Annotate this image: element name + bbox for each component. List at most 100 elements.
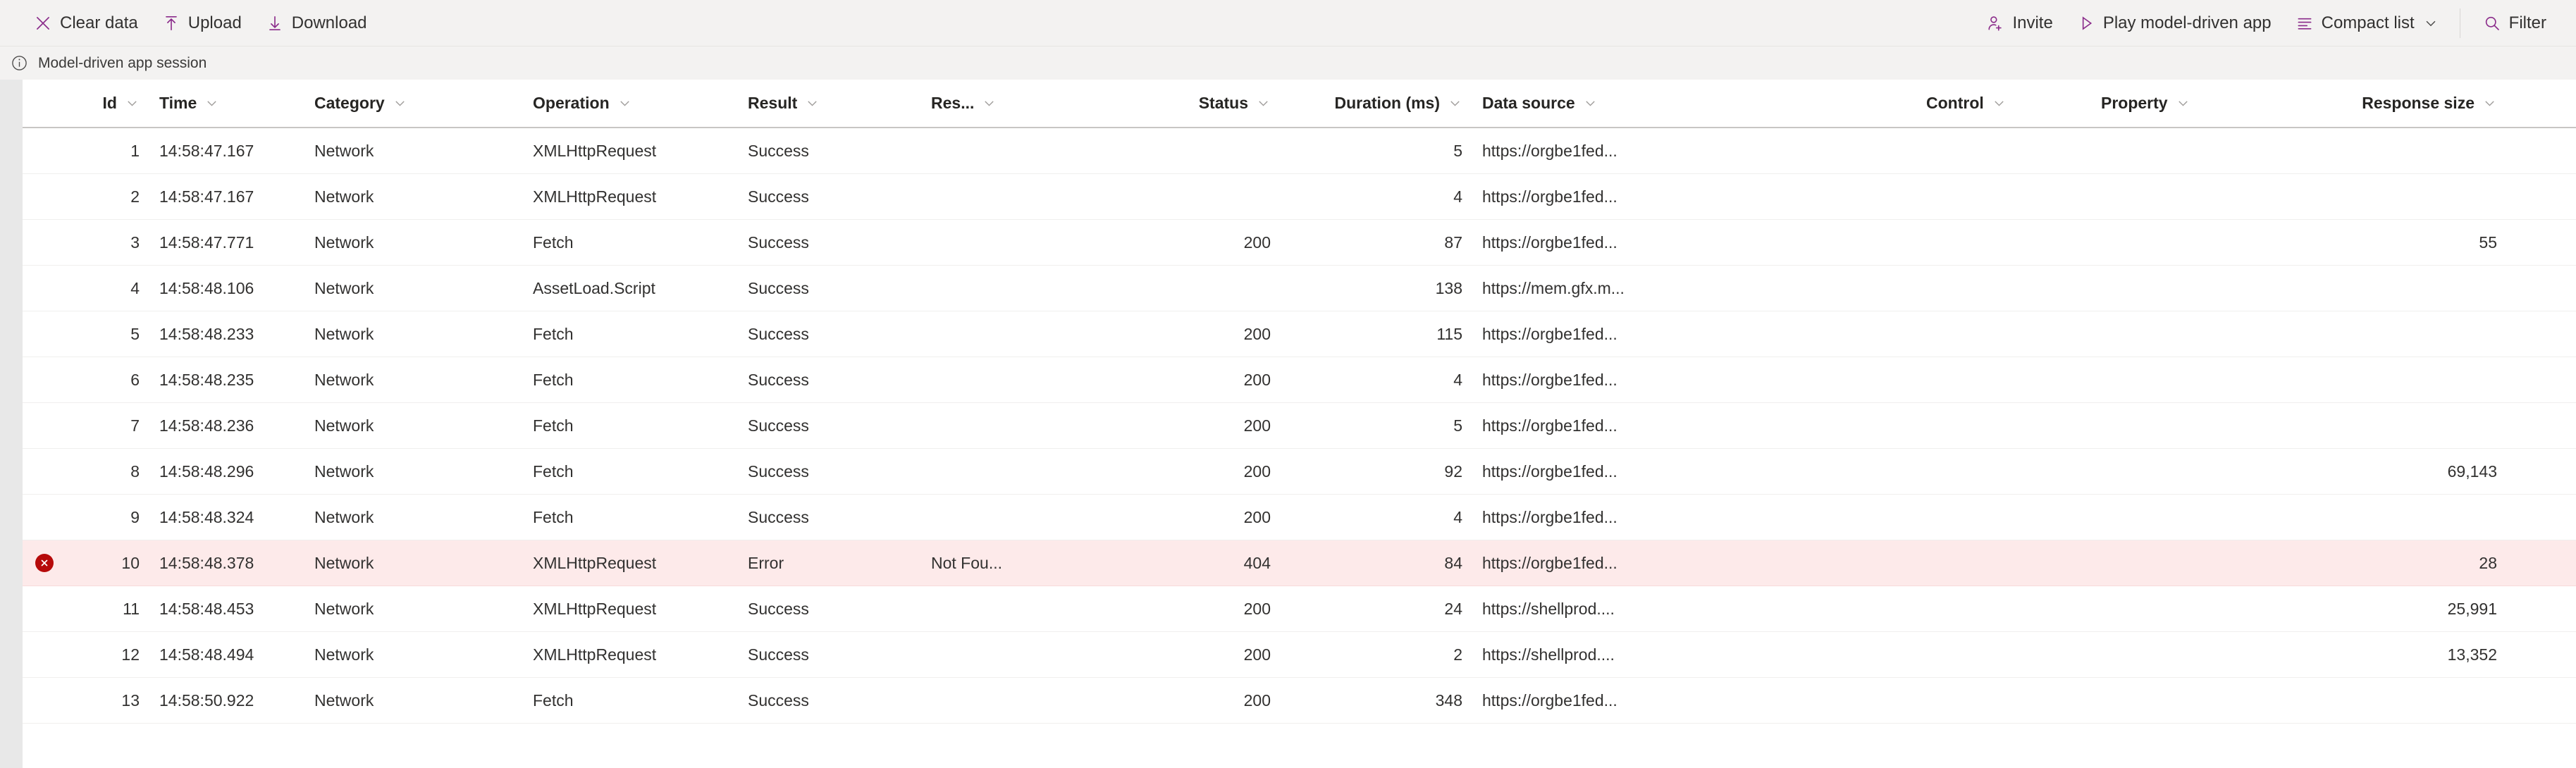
cell-src: https://orgbe1fed... bbox=[1482, 690, 1617, 710]
table-row[interactable]: 13 14:58:50.922 Network Fetch Success 200 348 h… bbox=[23, 678, 2576, 724]
cell-time: 14:58:47.167 bbox=[159, 141, 254, 160]
cell-dur: 4 bbox=[1453, 370, 1462, 389]
table-row[interactable]: 3 14:58:47.771 Network Fetch Success 200 87 htt… bbox=[23, 220, 2576, 266]
cell-result: Success bbox=[748, 462, 809, 481]
cell-dur: 84 bbox=[1444, 553, 1462, 572]
column-header-size[interactable]: Response size bbox=[2303, 94, 2507, 113]
column-header-id[interactable]: Id bbox=[66, 94, 149, 113]
cell-dur: 4 bbox=[1453, 187, 1462, 206]
cell-cat: Network bbox=[314, 690, 374, 710]
clear-data-button[interactable]: Clear data bbox=[21, 7, 149, 39]
chevron-down-icon[interactable] bbox=[1992, 96, 2007, 111]
upload-button[interactable]: Upload bbox=[149, 7, 253, 39]
cell-id: 11 bbox=[123, 599, 140, 618]
download-label: Download bbox=[291, 13, 367, 32]
cell-time: 14:58:48.494 bbox=[159, 645, 254, 664]
clear-data-label: Clear data bbox=[60, 13, 138, 32]
cell-op: XMLHttpRequest bbox=[533, 599, 657, 618]
invite-button[interactable]: Invite bbox=[1973, 7, 2064, 39]
table-row[interactable]: 11 14:58:48.453 Network XMLHttpRequest Succe… bbox=[23, 586, 2576, 632]
cell-cat: Network bbox=[314, 416, 374, 435]
cell-time: 14:58:48.233 bbox=[159, 324, 254, 343]
cell-status: 200 bbox=[1243, 645, 1271, 664]
table-row[interactable]: 4 14:58:48.106 Network AssetLoad.Script Succ… bbox=[23, 266, 2576, 311]
chevron-down-icon[interactable] bbox=[1256, 96, 1271, 111]
table-row[interactable]: 8 14:58:48.296 Network Fetch Success 200 92 htt… bbox=[23, 449, 2576, 495]
play-model-driven-button[interactable]: Play model-driven app bbox=[2064, 7, 2283, 39]
table-row[interactable]: 10 14:58:48.378 Network XMLHttpRequest Error… bbox=[23, 540, 2576, 586]
chevron-down-icon[interactable] bbox=[982, 96, 997, 111]
table-row[interactable]: 2 14:58:47.167 Network XMLHttpRequest Succes… bbox=[23, 174, 2576, 220]
column-header-ctrl[interactable]: Control bbox=[1916, 94, 2091, 113]
trace-grid[interactable]: Id Time Category Operation Result Res... Statu… bbox=[23, 80, 2576, 768]
toolbar-left-group: Clear data Upload Download bbox=[21, 7, 378, 39]
cell-src: https://orgbe1fed... bbox=[1482, 553, 1617, 572]
cell-status: 200 bbox=[1243, 370, 1271, 389]
cell-status: 200 bbox=[1243, 462, 1271, 481]
cell-op: Fetch bbox=[533, 462, 574, 481]
column-header-rmsg[interactable]: Res... bbox=[921, 94, 1054, 113]
filter-label: Filter bbox=[2508, 13, 2546, 32]
chevron-down-icon[interactable] bbox=[2176, 96, 2190, 111]
table-row[interactable]: 6 14:58:48.235 Network Fetch Success 200 4 http… bbox=[23, 357, 2576, 403]
cell-src: https://orgbe1fed... bbox=[1482, 416, 1617, 435]
column-header-label: Control bbox=[1926, 94, 1984, 112]
download-arrow-icon bbox=[264, 13, 285, 34]
table-row[interactable]: 9 14:58:48.324 Network Fetch Success 200 4 http… bbox=[23, 495, 2576, 540]
column-header-time[interactable]: Time bbox=[149, 94, 304, 113]
column-header-status[interactable]: Status bbox=[1054, 94, 1281, 113]
cell-op: XMLHttpRequest bbox=[533, 553, 657, 572]
cell-dur: 138 bbox=[1435, 278, 1462, 297]
column-header-dur[interactable]: Duration (ms) bbox=[1281, 94, 1472, 113]
column-header-label: Response size bbox=[2362, 94, 2475, 112]
column-header-op[interactable]: Operation bbox=[523, 94, 738, 113]
compact-list-button[interactable]: Compact list bbox=[2283, 7, 2450, 39]
column-header-src[interactable]: Data source bbox=[1472, 94, 1916, 113]
cell-op: Fetch bbox=[533, 233, 574, 252]
cell-id: 12 bbox=[121, 645, 140, 664]
column-header-prop[interactable]: Property bbox=[2091, 94, 2303, 113]
cell-dur: 92 bbox=[1444, 462, 1462, 481]
column-header-result[interactable]: Result bbox=[738, 94, 921, 113]
cell-time: 14:58:48.324 bbox=[159, 507, 254, 526]
chevron-down-icon[interactable] bbox=[1448, 96, 1462, 111]
chevron-down-icon[interactable] bbox=[805, 96, 820, 111]
chevron-down-icon[interactable] bbox=[1583, 96, 1598, 111]
cell-result: Success bbox=[748, 233, 809, 252]
column-header-label: Id bbox=[102, 94, 117, 112]
column-header-cat[interactable]: Category bbox=[304, 94, 523, 113]
cell-src: https://orgbe1fed... bbox=[1482, 324, 1617, 343]
cell-result: Success bbox=[748, 141, 809, 160]
session-label: Model-driven app session bbox=[38, 55, 207, 71]
list-lines-icon bbox=[2294, 13, 2315, 34]
chevron-down-icon[interactable] bbox=[2482, 96, 2497, 111]
table-row[interactable]: 5 14:58:48.233 Network Fetch Success 200 115 ht… bbox=[23, 311, 2576, 357]
cell-result: Success bbox=[748, 599, 809, 618]
cell-op: Fetch bbox=[533, 690, 574, 710]
cell-op: XMLHttpRequest bbox=[533, 187, 657, 206]
cell-dur: 348 bbox=[1435, 690, 1462, 710]
cell-id: 9 bbox=[130, 507, 140, 526]
chevron-down-icon[interactable] bbox=[125, 96, 140, 111]
table-row[interactable]: 1 14:58:47.167 Network XMLHttpRequest Succes… bbox=[23, 128, 2576, 174]
cell-id: 4 bbox=[130, 278, 140, 297]
chevron-down-icon[interactable] bbox=[204, 96, 219, 111]
cell-src: https://orgbe1fed... bbox=[1482, 370, 1617, 389]
chevron-down-icon[interactable] bbox=[617, 96, 632, 111]
cell-size: 13,352 bbox=[2447, 645, 2497, 664]
filter-button[interactable]: Filter bbox=[2470, 7, 2558, 39]
cell-cat: Network bbox=[314, 645, 374, 664]
column-header-label: Duration (ms) bbox=[1334, 94, 1441, 112]
column-header-label: Status bbox=[1198, 94, 1248, 112]
table-row[interactable]: 12 14:58:48.494 Network XMLHttpRequest Succe… bbox=[23, 632, 2576, 678]
trace-grid-container: Id Time Category Operation Result Res... Statu… bbox=[0, 80, 2576, 768]
chevron-down-icon[interactable] bbox=[393, 96, 407, 111]
cell-dur: 115 bbox=[1436, 324, 1462, 343]
play-triangle-icon bbox=[2076, 13, 2097, 34]
person-add-icon bbox=[1985, 13, 2006, 34]
chevron-down-icon[interactable] bbox=[2423, 16, 2439, 31]
table-row[interactable]: 7 14:58:48.236 Network Fetch Success 200 5 http… bbox=[23, 403, 2576, 449]
download-button[interactable]: Download bbox=[253, 7, 378, 39]
cell-id: 10 bbox=[121, 553, 140, 572]
cell-time: 14:58:48.106 bbox=[159, 278, 254, 297]
